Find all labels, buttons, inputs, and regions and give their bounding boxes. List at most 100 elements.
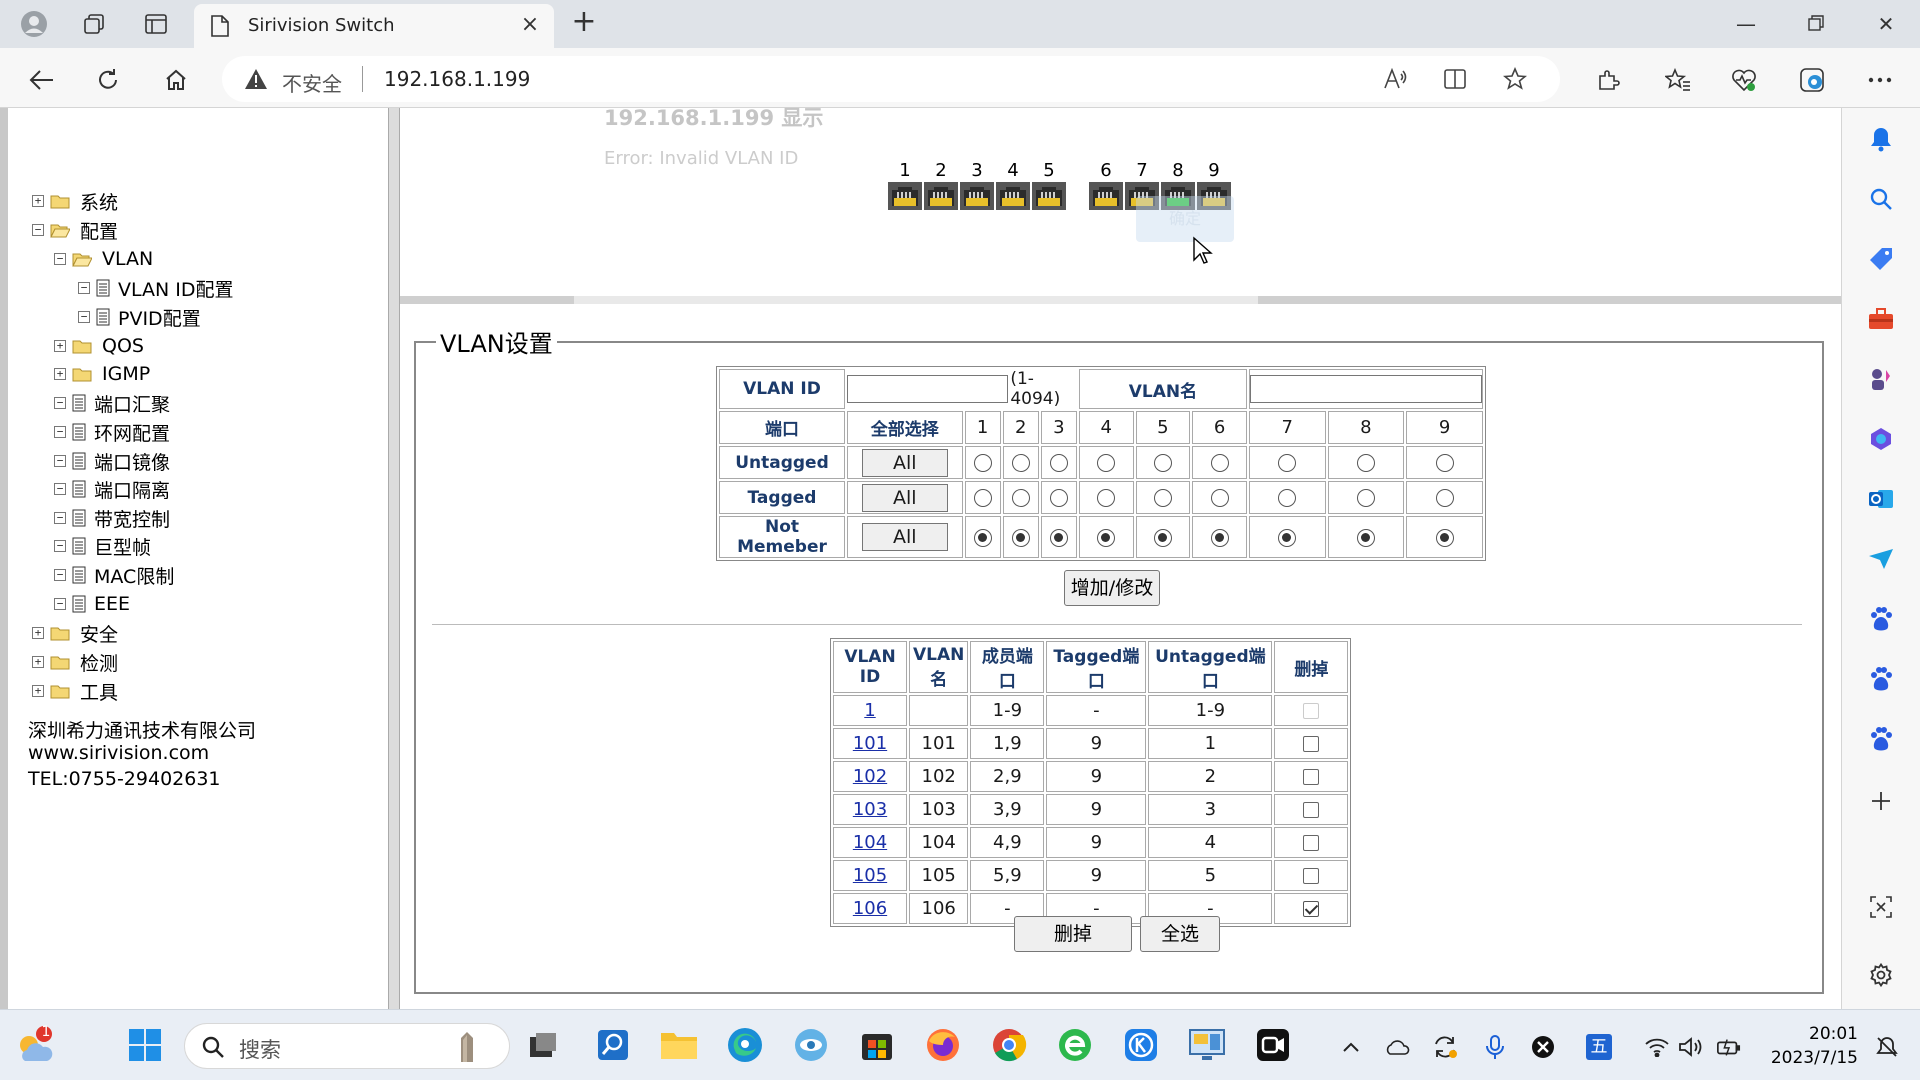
close-tab-icon[interactable]: × [518,14,542,38]
not-secure-label[interactable]: 不安全 [282,68,342,97]
edge-taskbar-icon[interactable] [722,1022,768,1068]
port-radio-5[interactable] [1153,528,1172,547]
ethernet-port-icon-5[interactable] [1032,182,1066,210]
settings-gear-icon[interactable] [1864,958,1898,992]
collapse-icon[interactable]: − [54,483,66,495]
expand-icon[interactable]: + [54,368,66,380]
task-view-icon[interactable] [520,1022,566,1068]
warning-icon[interactable] [244,68,268,90]
split-screen-icon[interactable] [1442,67,1468,91]
delete-checkbox[interactable] [1303,835,1320,851]
weather-icon[interactable]: 1 [10,1022,56,1068]
tree-node-vlan[interactable]: − VLAN [54,244,153,274]
file-explorer-icon[interactable] [656,1022,702,1068]
delete-checkbox[interactable] [1303,736,1320,752]
port-radio-9[interactable] [1435,528,1454,547]
vlan-id-link[interactable]: 105 [853,865,887,886]
all-button[interactable]: All [861,448,948,477]
port-radio-7[interactable] [1278,528,1297,547]
favorites-icon[interactable] [1660,62,1696,98]
extensions-icon[interactable] [1590,62,1626,98]
browser-essentials-icon[interactable] [1726,62,1762,98]
tab-actions-icon[interactable] [140,8,172,40]
vlan-id-link[interactable]: 101 [853,733,887,754]
tree-node-igmp[interactable]: + IGMP [54,359,150,389]
close-window-button[interactable]: ✕ [1862,8,1910,40]
taskbar-search[interactable]: 搜索 [184,1023,510,1069]
tree-node-ring[interactable]: − 环网配置 [54,417,170,447]
port-radio-5[interactable] [1153,454,1172,472]
onedrive-icon[interactable] [1384,1034,1410,1060]
all-button[interactable]: All [861,523,948,551]
notification-bell-icon[interactable] [1864,122,1898,156]
chrome-icon[interactable] [986,1022,1032,1068]
home-icon[interactable] [158,62,194,98]
system-clock[interactable]: 20:01 2023/7/15 [1764,1022,1858,1070]
vlan-id-link[interactable]: 106 [853,898,887,919]
green-e-browser-icon[interactable] [1052,1022,1098,1068]
shopping-tag-icon[interactable] [1864,242,1898,276]
tab-sirivision-switch[interactable]: Sirivision Switch × [194,4,554,48]
expand-icon[interactable]: + [54,340,66,352]
expand-icon[interactable]: + [32,685,44,697]
add-sidebar-app-icon[interactable] [1864,784,1898,818]
port-radio-3[interactable] [1049,454,1068,472]
collapse-icon[interactable]: − [78,282,90,294]
add-modify-button[interactable]: 增加/修改 [1064,570,1160,606]
games-icon[interactable] [1864,362,1898,396]
tree-node-security[interactable]: + 安全 [32,618,118,648]
frame-splitter[interactable] [388,108,400,1009]
collapse-icon[interactable]: − [54,426,66,438]
collapse-icon[interactable]: − [54,569,66,581]
port-radio-3[interactable] [1049,528,1068,547]
tools-briefcase-icon[interactable] [1864,302,1898,336]
vlan-name-input[interactable] [1249,375,1482,403]
search-icon[interactable] [1864,182,1898,216]
port-radio-1[interactable] [973,528,992,547]
restore-button[interactable] [1792,8,1840,40]
collapse-icon[interactable]: − [54,512,66,524]
tree-node-port-trunk[interactable]: − 端口汇聚 [54,388,170,418]
url-bar[interactable]: 不安全 192.168.1.199 [222,56,1560,102]
wifi-icon[interactable] [1644,1034,1670,1060]
x-circle-icon[interactable] [1530,1034,1556,1060]
port-radio-6[interactable] [1210,454,1229,472]
volume-icon[interactable] [1678,1034,1704,1060]
port-radio-9[interactable] [1435,489,1454,507]
tree-node-qos[interactable]: + QOS [54,331,144,361]
collapse-icon[interactable]: − [54,455,66,467]
favorite-star-icon[interactable] [1502,67,1528,91]
vlan-id-link[interactable]: 103 [853,799,887,820]
port-radio-8[interactable] [1356,454,1375,472]
delete-checkbox[interactable] [1303,802,1320,818]
vlan-id-link[interactable]: 102 [853,766,887,787]
edge-copilot-icon[interactable] [1794,62,1830,98]
new-tab-button[interactable]: + [568,7,600,40]
ime-indicator[interactable]: 五 [1586,1034,1612,1060]
collapse-icon[interactable]: − [78,311,90,323]
port-radio-5[interactable] [1153,489,1172,507]
tree-node-jumbo-frame[interactable]: − 巨型帧 [54,531,151,561]
collapse-icon[interactable]: − [54,598,66,610]
port-radio-9[interactable] [1435,454,1454,472]
microsoft-store-icon[interactable] [854,1022,900,1068]
more-menu-icon[interactable] [1862,62,1898,98]
select-all-button[interactable]: 全选 [1140,916,1220,952]
expand-icon[interactable]: + [32,195,44,207]
expand-icon[interactable]: + [32,627,44,639]
ethernet-port-icon-4[interactable] [996,182,1030,210]
port-radio-6[interactable] [1210,528,1229,547]
port-radio-4[interactable] [1097,489,1116,507]
show-hidden-icons[interactable] [1338,1034,1364,1060]
sync-icon[interactable] [1432,1034,1458,1060]
tree-node-tools[interactable]: + 工具 [32,676,118,706]
microphone-icon[interactable] [1482,1034,1508,1060]
k-app-icon[interactable] [1118,1022,1164,1068]
microsoft-365-icon[interactable] [1864,422,1898,456]
vlan-id-input[interactable] [847,375,1009,403]
ethernet-port-icon-6[interactable] [1089,182,1123,210]
port-radio-7[interactable] [1278,454,1297,472]
collapse-icon[interactable]: − [54,540,66,552]
notification-center-icon[interactable] [1874,1034,1900,1060]
tree-node-vlan-id-config[interactable]: − VLAN ID配置 [78,273,234,303]
